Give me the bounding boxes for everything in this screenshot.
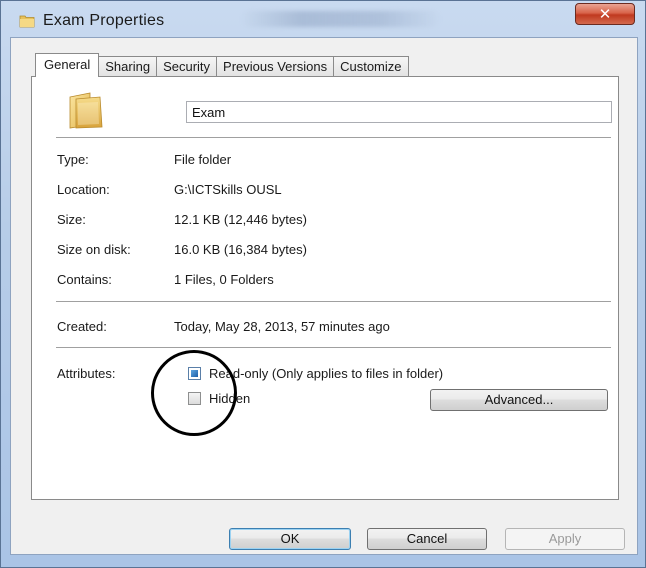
attributes-label: Attributes: <box>57 366 116 381</box>
tab-security[interactable]: Security <box>156 56 218 76</box>
type-label: Type: <box>57 152 89 167</box>
title-bar[interactable]: Exam Properties ✕ <box>1 1 645 37</box>
separator <box>56 347 611 348</box>
folder-icon <box>69 92 103 129</box>
location-value: G:\ICTSkills OUSL <box>174 182 282 197</box>
tab-strip: General Sharing Security Previous Versio… <box>35 53 409 77</box>
size-on-disk-label: Size on disk: <box>57 242 131 257</box>
separator <box>56 301 611 302</box>
size-on-disk-value: 16.0 KB (16,384 bytes) <box>174 242 307 257</box>
contains-value: 1 Files, 0 Folders <box>174 272 274 287</box>
location-label: Location: <box>57 182 110 197</box>
cancel-button[interactable]: Cancel <box>367 528 487 550</box>
info-row-size-on-disk: Size on disk: 16.0 KB (16,384 bytes) <box>57 242 307 257</box>
info-row-location: Location: G:\ICTSkills OUSL <box>57 182 282 197</box>
properties-window: Exam Properties ✕ General Sharing Securi… <box>0 0 646 568</box>
contains-label: Contains: <box>57 272 112 287</box>
folder-name-field[interactable] <box>186 101 612 123</box>
info-row-created: Created: Today, May 28, 2013, 57 minutes … <box>57 319 390 334</box>
window-title: Exam Properties <box>43 12 165 29</box>
general-tab-panel: Type: File folder Location: G:\ICTSkills O… <box>31 76 619 500</box>
info-row-contains: Contains: 1 Files, 0 Folders <box>57 272 274 287</box>
info-row-type: Type: File folder <box>57 152 231 167</box>
dialog-client-area: General Sharing Security Previous Versio… <box>10 37 638 555</box>
hidden-label[interactable]: Hidden <box>209 391 250 406</box>
tab-customize[interactable]: Customize <box>333 56 409 76</box>
tab-general[interactable]: General <box>35 53 100 77</box>
read-only-label[interactable]: Read-only (Only applies to files in fold… <box>209 366 443 381</box>
close-button[interactable]: ✕ <box>575 3 635 25</box>
read-only-checkbox[interactable] <box>188 367 201 380</box>
created-value: Today, May 28, 2013, 57 minutes ago <box>174 319 390 334</box>
info-row-size: Size: 12.1 KB (12,446 bytes) <box>57 212 307 227</box>
folder-icon <box>19 15 35 28</box>
tab-sharing[interactable]: Sharing <box>98 56 158 76</box>
size-value: 12.1 KB (12,446 bytes) <box>174 212 307 227</box>
title-blur-decoration <box>241 11 441 27</box>
apply-button[interactable]: Apply <box>505 528 625 550</box>
type-value: File folder <box>174 152 232 167</box>
separator <box>56 137 611 138</box>
hidden-checkbox[interactable] <box>188 392 201 405</box>
ok-button[interactable]: OK <box>229 528 351 550</box>
advanced-button[interactable]: Advanced... <box>430 389 608 411</box>
tab-previous-versions[interactable]: Previous Versions <box>216 56 335 76</box>
size-label: Size: <box>57 212 86 227</box>
created-label: Created: <box>57 319 107 334</box>
